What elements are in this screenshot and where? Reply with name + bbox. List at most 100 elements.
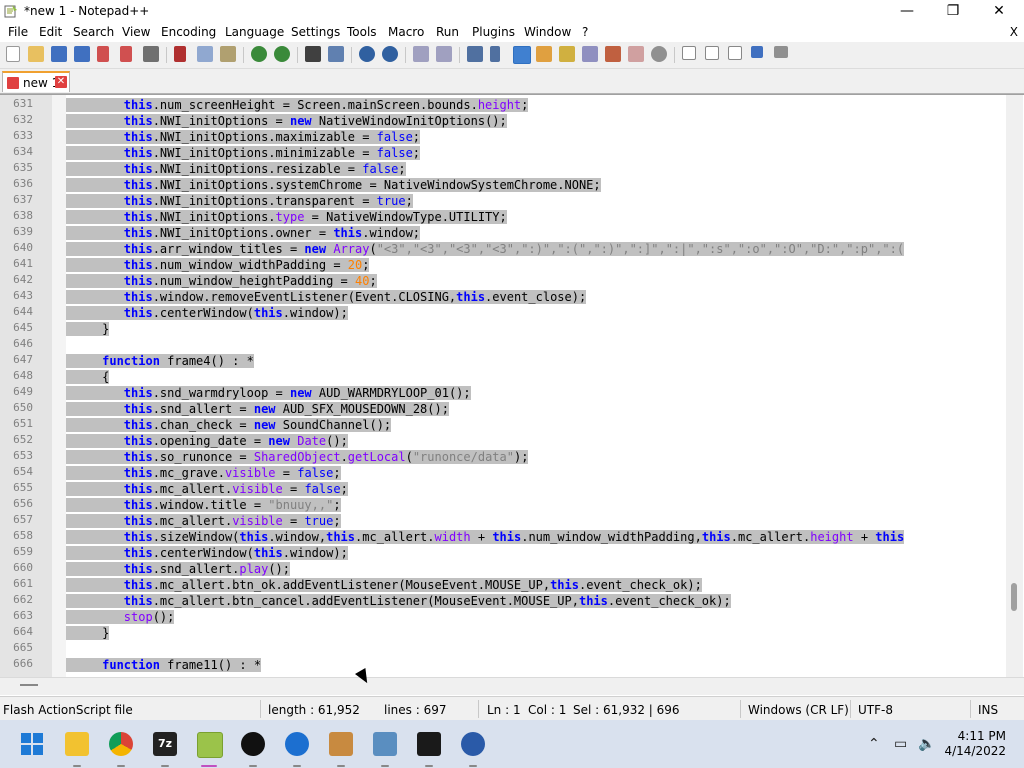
word-wrap-icon[interactable] [467, 46, 483, 62]
sync-horizontal-icon[interactable] [436, 46, 452, 62]
playback-macro-icon[interactable] [728, 46, 742, 60]
code-line[interactable]: this.NWI_initOptions.minimizable = false… [66, 145, 421, 161]
code-line[interactable]: function frame11() : * [66, 657, 262, 673]
document-list-icon[interactable] [582, 46, 598, 62]
code-line[interactable]: this.num_window_widthPadding = 20; [66, 257, 370, 273]
indent-guide-icon[interactable] [513, 46, 531, 64]
image-viewer-icon[interactable] [373, 732, 397, 756]
code-line[interactable]: function frame4() : * [66, 353, 254, 369]
redo-icon[interactable] [274, 46, 290, 62]
code-area[interactable]: this.num_screenHeight = Screen.mainScree… [66, 97, 1006, 677]
user-language-icon[interactable] [536, 46, 552, 62]
code-line[interactable]: this.chan_check = new SoundChannel(); [66, 417, 392, 433]
maximize-button[interactable]: ❐ [930, 0, 976, 22]
run-macro-multiple-icon[interactable] [751, 46, 763, 58]
close-document-button[interactable]: X [1010, 25, 1018, 39]
horizontal-scrollbar[interactable] [0, 677, 1024, 695]
print-icon[interactable] [143, 46, 159, 62]
monitoring-icon[interactable] [651, 46, 667, 62]
code-line[interactable]: this.so_runonce = SharedObject.getLocal(… [66, 449, 529, 465]
vpn-icon[interactable] [461, 732, 485, 756]
menu-encoding[interactable]: Encoding [161, 25, 216, 39]
menu-macro[interactable]: Macro [388, 25, 424, 39]
windows-start-icon[interactable] [21, 733, 43, 755]
code-line[interactable]: this.NWI_initOptions = new NativeWindowI… [66, 113, 507, 129]
code-line[interactable]: this.snd_allert.play(); [66, 561, 290, 577]
menu-view[interactable]: View [122, 25, 150, 39]
tab-new-1[interactable]: new 1 ✕ [2, 71, 70, 92]
code-line[interactable]: this.NWI_initOptions.type = NativeWindow… [66, 209, 507, 225]
code-line[interactable]: this.num_window_heightPadding = 40; [66, 273, 377, 289]
show-all-characters-icon[interactable] [490, 46, 500, 62]
cut-icon[interactable] [174, 46, 186, 62]
p-app-icon[interactable] [241, 732, 265, 756]
code-line[interactable]: this.opening_date = new Date(); [66, 433, 348, 449]
code-line[interactable]: this.NWI_initOptions.transparent = true; [66, 193, 413, 209]
file-explorer-icon[interactable] [65, 732, 89, 756]
network-icon[interactable]: ▭ [894, 736, 907, 752]
vertical-scrollbar[interactable] [1006, 95, 1023, 678]
replace-icon[interactable] [328, 46, 344, 62]
code-line[interactable]: this.mc_allert.visible = false; [66, 481, 348, 497]
menu-plugins[interactable]: Plugins [472, 25, 515, 39]
status-insert-mode[interactable]: INS [978, 703, 998, 717]
menu-help[interactable]: ? [582, 25, 588, 39]
7zip-icon[interactable]: 7z [153, 732, 177, 756]
vertical-scrollbar-thumb[interactable] [1011, 583, 1017, 611]
code-line[interactable]: this.num_screenHeight = Screen.mainScree… [66, 97, 529, 113]
record-macro-icon[interactable] [682, 46, 696, 60]
menu-run[interactable]: Run [436, 25, 459, 39]
save-icon[interactable] [51, 46, 67, 62]
menu-settings[interactable]: Settings [291, 25, 340, 39]
menu-file[interactable]: File [8, 25, 28, 39]
code-line[interactable]: stop(); [66, 609, 175, 625]
undo-icon[interactable] [251, 46, 267, 62]
code-line[interactable]: this.NWI_initOptions.resizable = false; [66, 161, 406, 177]
zoom-out-icon[interactable] [382, 46, 398, 62]
fold-margin[interactable] [52, 95, 66, 678]
code-line[interactable]: this.centerWindow(this.window); [66, 545, 348, 561]
code-line[interactable]: this.mc_allert.btn_cancel.addEventListen… [66, 593, 731, 609]
tab-close-icon[interactable]: ✕ [55, 76, 67, 88]
status-encoding[interactable]: UTF-8 [858, 703, 893, 717]
menu-search[interactable]: Search [73, 25, 114, 39]
status-eol[interactable]: Windows (CR LF) [748, 703, 849, 717]
zoom-in-icon[interactable] [359, 46, 375, 62]
function-list-icon[interactable] [605, 46, 621, 62]
terminal-icon[interactable] [417, 732, 441, 756]
save-macro-icon[interactable] [774, 46, 788, 58]
code-line[interactable]: this.window.removeEventListener(Event.CL… [66, 289, 587, 305]
code-line[interactable]: this.arr_window_titles = new Array("<3",… [66, 241, 905, 257]
sync-vertical-icon[interactable] [413, 46, 429, 62]
code-line[interactable]: } [66, 625, 110, 641]
code-line[interactable]: this.NWI_initOptions.systemChrome = Nati… [66, 177, 601, 193]
code-line[interactable]: this.NWI_initOptions.maximizable = false… [66, 129, 421, 145]
code-line[interactable]: { [66, 369, 110, 385]
code-line[interactable]: this.snd_warmdryloop = new AUD_WARMDRYLO… [66, 385, 471, 401]
package-icon[interactable] [329, 732, 353, 756]
paste-icon[interactable] [220, 46, 236, 62]
menu-language[interactable]: Language [225, 25, 284, 39]
chevron-up-icon[interactable]: ⌃ [868, 736, 880, 752]
code-line[interactable]: this.centerWindow(this.window); [66, 305, 348, 321]
folder-as-workspace-icon[interactable] [628, 46, 644, 62]
new-file-icon[interactable] [6, 46, 20, 62]
copy-icon[interactable] [197, 46, 213, 62]
menu-tools[interactable]: Tools [347, 25, 377, 39]
code-line[interactable]: this.snd_allert = new AUD_SFX_MOUSEDOWN_… [66, 401, 449, 417]
code-line[interactable]: this.mc_grave.visible = false; [66, 465, 341, 481]
code-line[interactable]: this.sizeWindow(this.window,this.mc_alle… [66, 529, 905, 545]
code-line[interactable]: this.NWI_initOptions.owner = this.window… [66, 225, 421, 241]
chrome-icon[interactable] [109, 732, 133, 756]
menu-edit[interactable]: Edit [39, 25, 62, 39]
menu-window[interactable]: Window [524, 25, 571, 39]
stop-recording-icon[interactable] [705, 46, 719, 60]
code-line[interactable]: } [66, 321, 110, 337]
open-file-icon[interactable] [28, 46, 44, 62]
volume-icon[interactable]: 🔈 [918, 736, 935, 752]
system-clock[interactable]: 4:11 PM 4/14/2022 [944, 729, 1006, 759]
code-line[interactable]: this.mc_allert.visible = true; [66, 513, 341, 529]
code-line[interactable]: this.mc_allert.btn_ok.addEventListener(M… [66, 577, 702, 593]
code-line[interactable]: this.window.title = "bnuuy,,"; [66, 497, 341, 513]
close-file-icon[interactable] [97, 46, 109, 62]
